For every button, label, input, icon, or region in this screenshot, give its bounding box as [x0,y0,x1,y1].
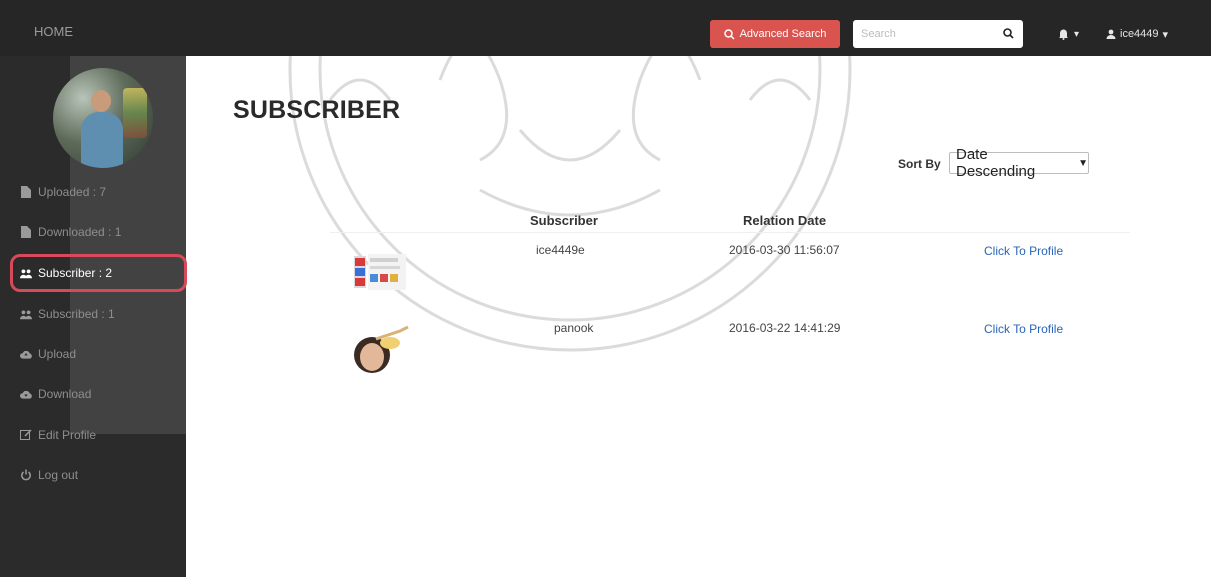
users-icon [20,308,32,320]
search-icon [723,28,735,40]
advanced-search-button[interactable]: Advanced Search [710,20,840,48]
subscriber-name: panook [554,321,594,335]
sidebar-item-label: Edit Profile [38,428,97,442]
subscriber-thumbnail[interactable] [350,325,410,375]
edit-icon [20,429,32,441]
sidebar-item-label: Log out [38,468,79,482]
cloud-download-icon [20,388,32,400]
sidebar-item-uploaded[interactable]: Uploaded : 7 [20,182,106,202]
file-icon [20,226,32,238]
sidebar-item-label: Upload [38,347,77,361]
sidebar-item-downloaded[interactable]: Downloaded : 1 [20,222,121,242]
sidebar-item-subscribed[interactable]: Subscribed : 1 [20,304,115,324]
subscriber-thumbnail[interactable] [352,240,410,296]
user-menu-button[interactable]: ice4449 ▾ [1106,25,1168,43]
search-icon [1002,27,1014,39]
cloud-upload-icon [20,348,32,360]
sidebar-item-label: Download [38,387,92,401]
sidebar-item-edit-profile[interactable]: Edit Profile [20,425,96,445]
subscriber-name: ice4449e [536,243,585,257]
sort-select[interactable]: Date Descending ▼ [949,146,1089,180]
caret-down-icon: ▼ [1078,157,1088,169]
sidebar-item-label: Uploaded : 7 [38,185,107,199]
sort-selected-value: Date Descending [956,146,1036,180]
relation-date: 2016-03-30 11:56:07 [729,243,840,257]
search-input[interactable] [853,20,993,48]
advanced-search-label: Advanced Search [739,28,827,40]
search-box [853,20,1023,48]
bell-icon [1059,29,1068,40]
sidebar-item-logout[interactable]: Log out [20,465,78,485]
sidebar-item-subscriber[interactable]: Subscriber : 2 [20,263,112,283]
click-to-profile-link[interactable]: Click To Profile [984,322,1063,336]
profile-avatar [53,68,153,168]
sort-label: Sort By [898,157,941,171]
sidebar-item-download[interactable]: Download [20,384,91,404]
caret-down-icon: ▾ [1162,28,1169,41]
sidebar-item-label: Subscribed : 1 [38,307,115,321]
power-icon [20,469,32,481]
sidebar-item-label: Downloaded : 1 [38,225,122,239]
sidebar-item-upload[interactable]: Upload [20,344,76,364]
file-icon [20,186,32,198]
column-header-relation-date: Relation Date [743,213,827,228]
top-navbar: HOME Advanced Search ▾ ice4449 ▾ [0,0,1211,56]
table-divider [330,232,1130,233]
click-to-profile-link[interactable]: Click To Profile [984,244,1063,258]
column-header-subscriber: Subscriber [530,213,598,228]
page-title: SUBSCRIBER [233,96,401,124]
caret-down-icon: ▾ [1074,28,1080,40]
username: ice4449 [1120,28,1159,40]
notifications-button[interactable]: ▾ [1058,25,1090,43]
users-icon [20,267,32,279]
user-icon [1106,29,1116,39]
search-button[interactable] [998,25,1018,43]
sidebar-item-label: Subscriber : 2 [38,266,113,280]
home-link[interactable]: HOME [34,24,73,39]
relation-date: 2016-03-22 14:41:29 [729,321,841,335]
